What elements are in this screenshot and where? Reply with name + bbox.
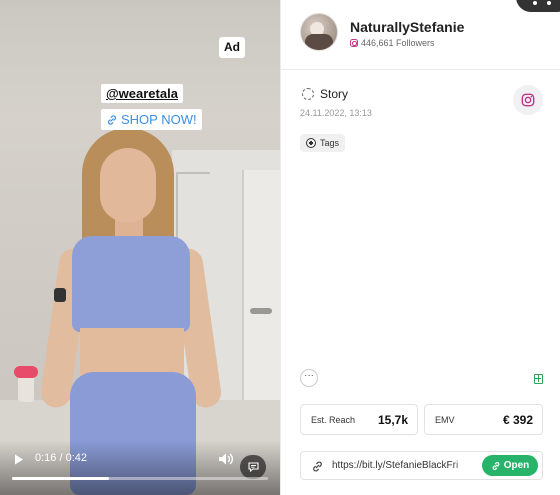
emv-label: EMV (435, 415, 455, 425)
volume-icon[interactable] (218, 452, 234, 466)
reach-metric: Est. Reach 15,7k (300, 404, 418, 435)
profile-name[interactable]: NaturallyStefanie (350, 19, 464, 35)
reach-label: Est. Reach (311, 415, 356, 425)
story-icon (302, 88, 314, 100)
follower-count: 446,661 Followers (350, 38, 435, 48)
video-controls (0, 440, 280, 495)
link-icon (107, 114, 117, 125)
open-instagram-button[interactable] (513, 85, 543, 115)
follower-count-label: 446,661 Followers (361, 38, 435, 48)
post-details-panel: NaturallyStefanie 446,661 Followers Stor… (280, 0, 560, 495)
flowers (14, 366, 38, 378)
divider (281, 69, 560, 70)
ad-badge: Ad (219, 37, 245, 58)
captions-button[interactable] (240, 455, 266, 479)
emv-value: € 392 (502, 413, 533, 427)
open-link-label: Open (503, 460, 530, 471)
background-door (242, 170, 280, 410)
tags-button[interactable]: Tags (300, 134, 346, 152)
add-icon (306, 138, 316, 148)
play-icon[interactable] (13, 453, 25, 466)
captions-icon (247, 462, 259, 472)
spreadsheet-icon[interactable] (534, 374, 543, 384)
more-options-button[interactable] (516, 0, 560, 12)
instagram-icon (350, 39, 358, 47)
door-handle (250, 308, 272, 314)
emv-metric: EMV € 392 (424, 404, 543, 435)
more-actions-button[interactable]: ··· (300, 369, 318, 387)
link-icon (492, 461, 500, 470)
post-type: Story (320, 87, 349, 101)
shop-now-label: SHOP NOW! (121, 112, 197, 127)
link-field[interactable]: https://bit.ly/StefanieBlackFri Open (300, 451, 543, 480)
shop-now-sticker[interactable]: SHOP NOW! (101, 109, 202, 130)
video-time: 0:16 / 0:42 (35, 452, 87, 464)
video-progress-bar[interactable] (12, 477, 268, 480)
link-icon (313, 461, 322, 472)
avatar[interactable] (300, 13, 338, 51)
instagram-icon (521, 93, 535, 107)
tags-label: Tags (320, 138, 340, 148)
video-player[interactable]: Ad @wearetala SHOP NOW! 0:16 / 0:42 (0, 0, 280, 495)
mention-sticker[interactable]: @wearetala (101, 84, 183, 103)
open-link-button[interactable]: Open (482, 455, 538, 476)
video-progress-fill (12, 477, 110, 480)
reach-value: 15,7k (377, 413, 408, 427)
post-date: 24.11.2022, 13:13 (300, 108, 372, 118)
